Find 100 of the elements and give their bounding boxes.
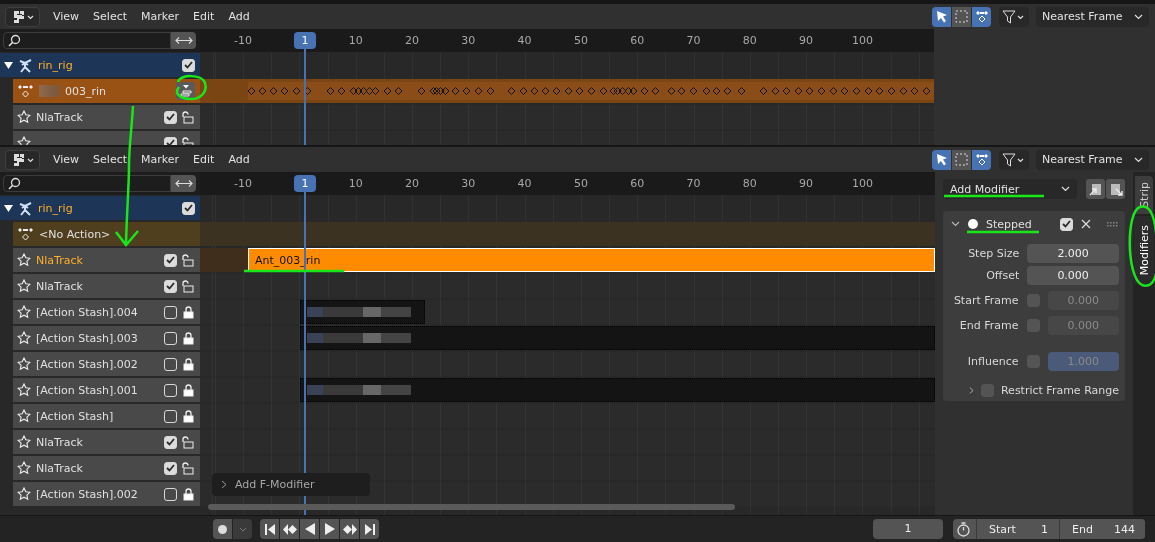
close-icon[interactable] [1081, 219, 1091, 229]
swap-button[interactable] [171, 32, 196, 49]
menu-item[interactable]: Edit [186, 10, 222, 23]
box-select-button[interactable] [952, 149, 971, 170]
number-field[interactable]: 2.000 [1027, 244, 1119, 263]
star-icon[interactable] [17, 409, 31, 423]
track-channel[interactable]: [Action Stash].001 [13, 378, 200, 402]
play-button[interactable] [320, 519, 339, 539]
unlocked-lock-icon[interactable] [182, 435, 195, 449]
menu-item[interactable]: Select [86, 10, 135, 23]
menu-item[interactable]: Add [221, 153, 257, 166]
snap-dropdown[interactable]: Nearest Frame [1036, 6, 1149, 27]
expanded-triangle-icon[interactable] [4, 203, 13, 213]
track-channel[interactable]: NlaTrack [13, 105, 200, 129]
chevron-icon[interactable] [969, 386, 974, 395]
track-channel[interactable]: NlaTrack [13, 456, 200, 480]
current-frame-marker[interactable]: 1 [294, 175, 316, 192]
current-frame-marker[interactable]: 1 [294, 32, 316, 49]
keyframe-tool-button[interactable] [972, 6, 991, 27]
playhead-line[interactable] [304, 192, 306, 515]
record-button[interactable] [213, 519, 232, 539]
sidebar-tab[interactable]: Modifiers [1134, 215, 1154, 285]
end-frame-field[interactable]: End 144 [1059, 519, 1145, 539]
star-icon[interactable] [17, 435, 31, 449]
menu-item[interactable]: View [46, 153, 87, 166]
add-modifier-dropdown[interactable]: Add Modifier [943, 179, 1077, 199]
track-channel[interactable]: [Action Stash] [13, 404, 200, 428]
editor-type-button[interactable] [5, 149, 40, 170]
chevron-icon[interactable] [951, 221, 960, 227]
star-icon[interactable] [17, 487, 31, 501]
unlocked-lock-icon[interactable] [182, 279, 195, 293]
unlocked-lock-icon[interactable] [182, 253, 195, 267]
menu-item[interactable]: Marker [134, 10, 187, 23]
menu-item[interactable]: Select [86, 153, 135, 166]
lock-icon[interactable] [182, 357, 195, 371]
snap-dropdown[interactable]: Nearest Frame [1036, 149, 1149, 170]
menu-item[interactable]: Edit [186, 153, 222, 166]
checkbox[interactable] [980, 384, 994, 397]
action-channel[interactable]: 003_rin [13, 79, 200, 103]
search-field[interactable] [3, 32, 171, 49]
play-reverse-button[interactable] [300, 519, 319, 539]
star-icon[interactable] [17, 253, 31, 267]
track-channel[interactable]: [Action Stash].002 [13, 482, 200, 506]
star-icon[interactable] [17, 461, 31, 475]
track-channel[interactable]: [Action Stash].003 [13, 326, 200, 350]
expanded-triangle-icon[interactable] [4, 60, 13, 70]
stopwatch-icon[interactable] [956, 521, 971, 537]
track-channel[interactable]: NlaTrack [13, 274, 200, 298]
track-channel[interactable]: NlaTrack [13, 430, 200, 454]
menu-item[interactable]: Marker [134, 153, 187, 166]
clipboard-icon [1088, 182, 1103, 196]
paste-button[interactable] [1106, 179, 1125, 199]
previous-keyframe-button[interactable] [280, 519, 299, 539]
swap-button[interactable] [171, 175, 196, 192]
menu-item[interactable]: Add [221, 10, 257, 23]
jump-to-start-button[interactable] [260, 519, 279, 539]
cursor-tool-button[interactable] [932, 149, 951, 170]
blurred-strip[interactable] [300, 300, 425, 324]
unlocked-lock-icon[interactable] [182, 110, 195, 124]
lock-icon[interactable] [182, 331, 195, 345]
track-channel[interactable]: [Action Stash].002 [13, 352, 200, 376]
unlocked-lock-icon[interactable] [182, 461, 195, 475]
next-keyframe-button[interactable] [340, 519, 359, 539]
frame-number: 80 [742, 34, 757, 47]
record-icon [218, 524, 227, 534]
star-icon[interactable] [17, 279, 31, 293]
drag-handle-icon[interactable] [1107, 221, 1119, 227]
add-f-modifier-panel[interactable]: Add F-Modifier [212, 473, 370, 496]
star-icon[interactable] [17, 357, 31, 371]
lock-icon[interactable] [182, 409, 195, 423]
editor-type-button[interactable] [5, 6, 40, 27]
star-icon[interactable] [17, 383, 31, 397]
box-select-button[interactable] [952, 6, 971, 27]
keyframe-tool-button[interactable] [972, 149, 991, 170]
current-frame-field[interactable]: 1 [873, 519, 943, 539]
lock-icon[interactable] [182, 383, 195, 397]
number-field[interactable]: 0.000 [1027, 266, 1119, 285]
menu-item[interactable]: View [46, 10, 87, 23]
track-channel[interactable]: NlaTrack [13, 248, 200, 272]
action-channel[interactable]: <No Action> [13, 222, 200, 246]
scrollbar[interactable] [208, 504, 735, 510]
restrict-frame-range-label[interactable]: Restrict Frame Range [1000, 384, 1119, 397]
track-channel[interactable]: [Action Stash].004 [13, 300, 200, 324]
object-channel[interactable]: rin_rig [0, 196, 200, 220]
lock-icon[interactable] [182, 487, 195, 501]
keyframes-icon [974, 10, 989, 23]
copy-button[interactable] [1086, 179, 1105, 199]
lock-icon[interactable] [182, 305, 195, 319]
star-icon[interactable] [17, 305, 31, 319]
cursor-tool-button[interactable] [932, 6, 951, 27]
active-dot-icon[interactable] [968, 219, 978, 229]
modifier-name: Stepped [986, 217, 1032, 231]
object-channel[interactable]: rin_rig [0, 53, 200, 77]
filter-button[interactable] [999, 149, 1029, 170]
jump-to-end-button[interactable] [360, 519, 379, 539]
search-field[interactable] [3, 175, 171, 192]
filter-button[interactable] [999, 6, 1029, 27]
star-icon[interactable] [17, 110, 31, 124]
sidebar-tab[interactable]: Strip [1135, 176, 1153, 214]
star-icon[interactable] [17, 331, 31, 345]
